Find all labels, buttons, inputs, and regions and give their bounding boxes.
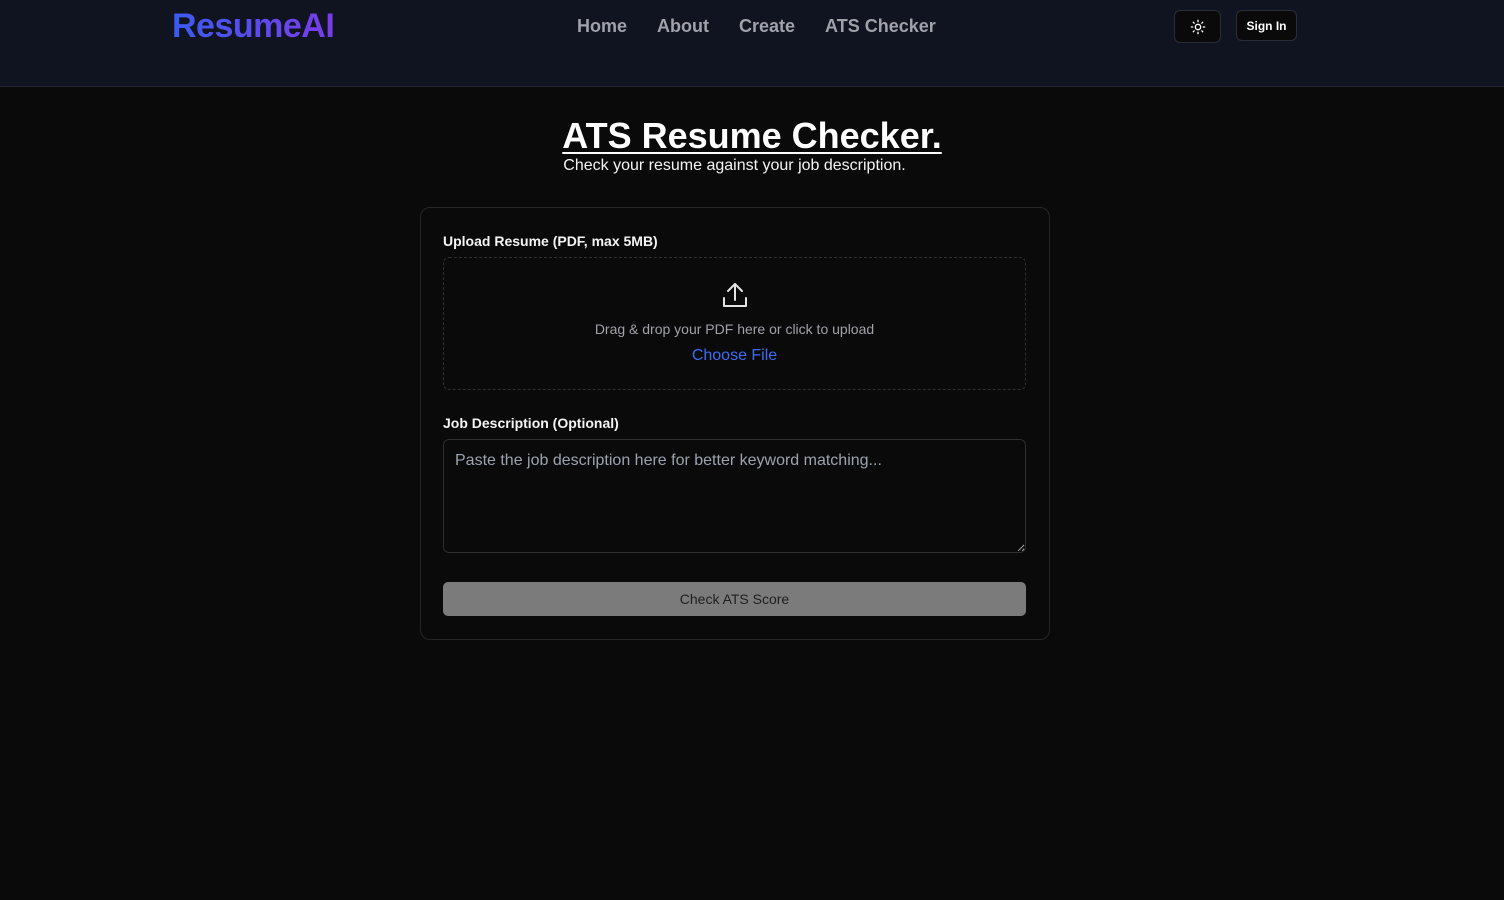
page-subtitle: Check your resume against your job descr… bbox=[563, 157, 906, 174]
page-title: ATS Resume Checker. bbox=[0, 115, 1504, 157]
check-ats-score-button[interactable]: Check ATS Score bbox=[443, 582, 1026, 616]
upload-icon bbox=[723, 283, 747, 307]
job-description-label: Job Description (Optional) bbox=[443, 415, 619, 431]
sign-in-button[interactable]: Sign In bbox=[1236, 10, 1297, 41]
nav-ats-checker[interactable]: ATS Checker bbox=[825, 14, 936, 38]
ats-form-card: Upload Resume (PDF, max 5MB) Drag & drop… bbox=[420, 207, 1050, 640]
upload-label: Upload Resume (PDF, max 5MB) bbox=[443, 233, 658, 249]
nav-create[interactable]: Create bbox=[739, 14, 795, 38]
sun-icon bbox=[1190, 19, 1205, 34]
top-navbar: ResumeAI Home About Create ATS Checker S… bbox=[0, 0, 1504, 87]
resume-dropzone[interactable]: Drag & drop your PDF here or click to up… bbox=[443, 257, 1026, 390]
logo[interactable]: ResumeAI bbox=[172, 6, 335, 46]
page-title-text: ATS Resume Checker. bbox=[562, 115, 942, 156]
dropzone-instructions: Drag & drop your PDF here or click to up… bbox=[594, 321, 875, 337]
main-nav: Home About Create ATS Checker bbox=[577, 14, 936, 38]
nav-home[interactable]: Home bbox=[577, 14, 627, 38]
choose-file-button[interactable]: Choose File bbox=[444, 346, 1025, 366]
nav-about[interactable]: About bbox=[657, 14, 709, 38]
theme-toggle-button[interactable] bbox=[1174, 10, 1221, 43]
job-description-input[interactable] bbox=[443, 439, 1026, 553]
